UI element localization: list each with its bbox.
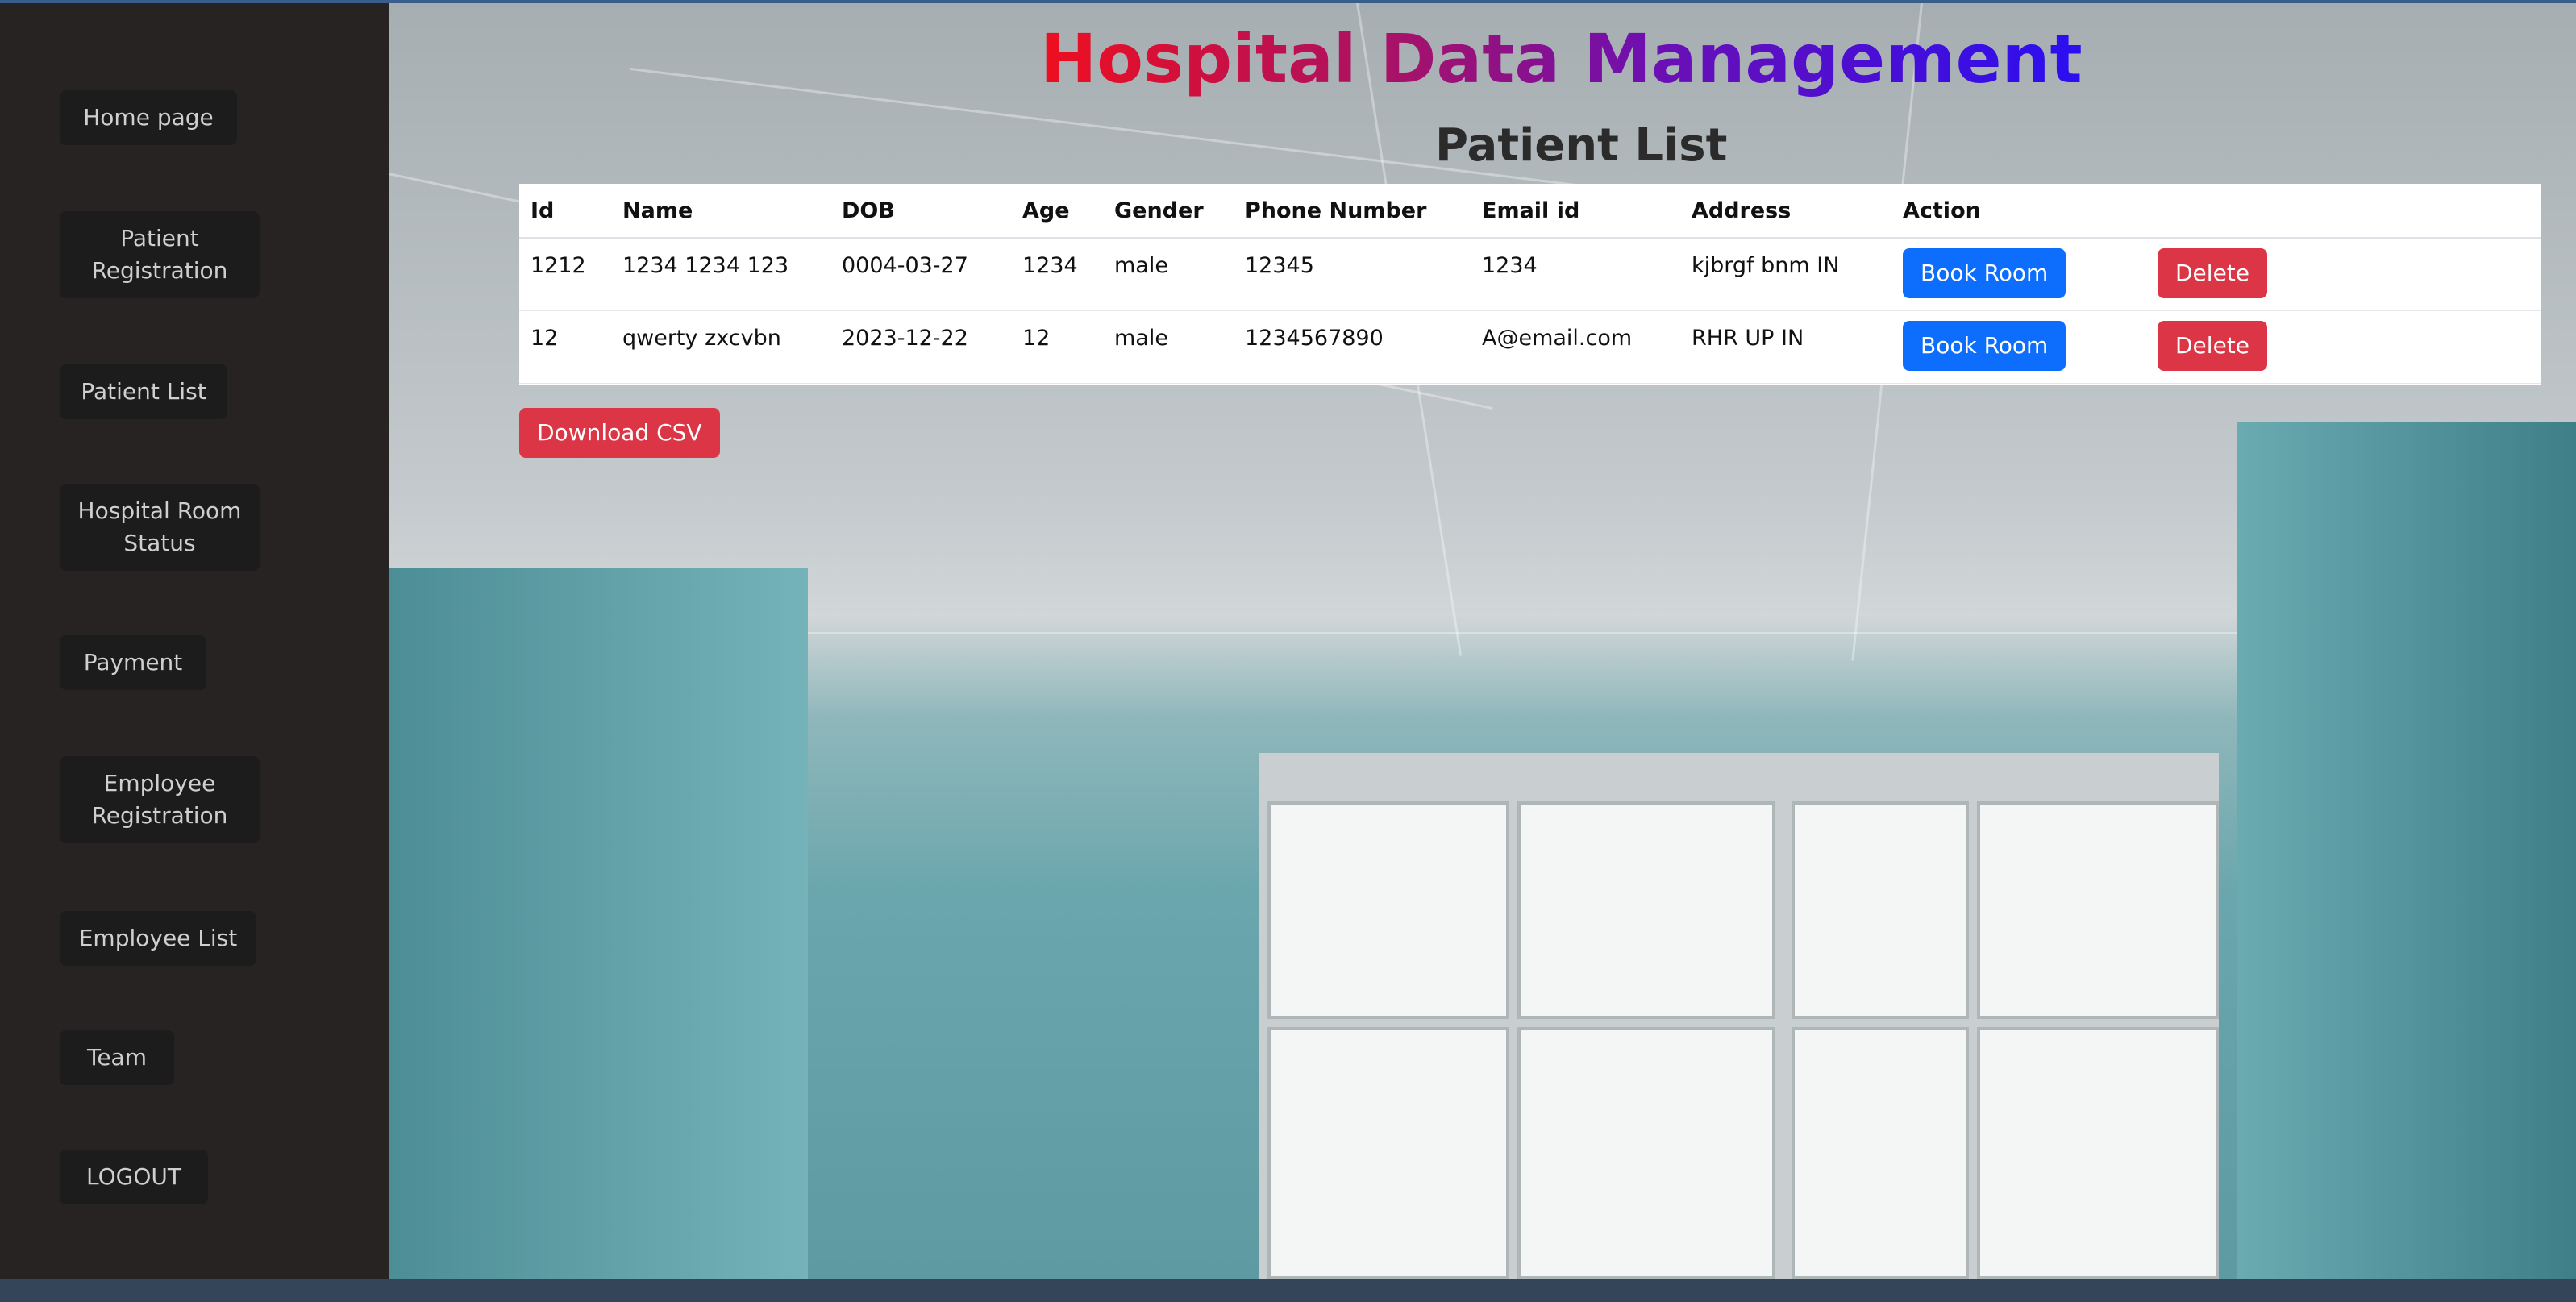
cell-name: qwerty zxcvbn — [611, 310, 830, 384]
column-header-name: Name — [611, 184, 830, 239]
cell-age: 1234 — [1011, 238, 1103, 311]
book-room-button[interactable]: Book Room — [1903, 320, 2066, 371]
nav-patient-registration[interactable]: Patient Registration — [60, 211, 260, 298]
cell-gender: male — [1103, 310, 1234, 384]
column-header-dob: DOB — [830, 184, 1011, 239]
patient-table: Id Name DOB Age Gender Phone Number Emai… — [519, 184, 2541, 384]
nav-employee-registration[interactable]: Employee Registration — [60, 756, 260, 843]
nav-payment-label: Payment — [83, 649, 183, 676]
nav-team-label: Team — [86, 1044, 147, 1071]
download-csv-button[interactable]: Download CSV — [519, 408, 720, 458]
cell-phone: 1234567890 — [1234, 310, 1471, 384]
cell-address: kjbrgf bnm IN — [1680, 238, 1891, 311]
cell-delete: Delete — [2146, 238, 2541, 311]
column-header-age: Age — [1011, 184, 1103, 239]
nav-team[interactable]: Team — [60, 1030, 174, 1085]
table-row: 1212 1234 1234 123 0004-03-27 1234 male … — [519, 238, 2541, 311]
table-row: 12 qwerty zxcvbn 2023-12-22 12 male 1234… — [519, 310, 2541, 384]
book-room-button[interactable]: Book Room — [1903, 248, 2066, 298]
cell-address: RHR UP IN — [1680, 310, 1891, 384]
cell-delete: Delete — [2146, 310, 2541, 384]
nav-employee-list-label: Employee List — [78, 925, 238, 951]
nav-patient-list[interactable]: Patient List — [60, 364, 227, 419]
table-header-row: Id Name DOB Age Gender Phone Number Emai… — [519, 184, 2541, 239]
page-title: Patient List — [1435, 119, 1728, 172]
column-header-phone: Phone Number — [1234, 184, 1471, 239]
nav-hospital-room-status[interactable]: Hospital Room Status — [60, 484, 260, 571]
delete-button[interactable]: Delete — [2158, 248, 2267, 298]
nav-employee-list[interactable]: Employee List — [60, 911, 256, 966]
cell-action: Book Room — [1891, 310, 2146, 384]
nav-patient-list-label: Patient List — [81, 378, 206, 405]
column-header-gender: Gender — [1103, 184, 1234, 239]
cell-id: 12 — [519, 310, 611, 384]
nav-payment[interactable]: Payment — [60, 635, 206, 690]
column-header-id: Id — [519, 184, 611, 239]
cell-id: 1212 — [519, 238, 611, 311]
patient-table-container: Id Name DOB Age Gender Phone Number Emai… — [519, 184, 2541, 385]
nav-patient-registration-label: Patient Registration — [91, 225, 228, 284]
cell-dob: 2023-12-22 — [830, 310, 1011, 384]
nav-home-page[interactable]: Home page — [60, 90, 237, 145]
delete-button[interactable]: Delete — [2158, 320, 2267, 371]
cell-email: 1234 — [1471, 238, 1680, 311]
cell-gender: male — [1103, 238, 1234, 311]
column-header-address: Address — [1680, 184, 1891, 239]
column-header-blank — [2146, 184, 2541, 239]
nav-home-page-label: Home page — [83, 104, 214, 131]
cell-name: 1234 1234 123 — [611, 238, 830, 311]
cell-email: A@email.com — [1471, 310, 1680, 384]
column-header-action: Action — [1891, 184, 2146, 239]
nav-hospital-room-status-label: Hospital Room Status — [77, 497, 242, 556]
cell-dob: 0004-03-27 — [830, 238, 1011, 311]
cell-phone: 12345 — [1234, 238, 1471, 311]
nav-employee-registration-label: Employee Registration — [91, 770, 228, 829]
cell-age: 12 — [1011, 310, 1103, 384]
sidebar: Home page Patient Registration Patient L… — [0, 3, 389, 1279]
app-title: Hospital Data Management — [1040, 19, 2083, 98]
nav-logout[interactable]: LOGOUT — [60, 1150, 208, 1204]
cell-action: Book Room — [1891, 238, 2146, 311]
nav-logout-label: LOGOUT — [86, 1163, 181, 1190]
column-header-email: Email id — [1471, 184, 1680, 239]
taskbar-strip — [0, 1279, 2576, 1302]
